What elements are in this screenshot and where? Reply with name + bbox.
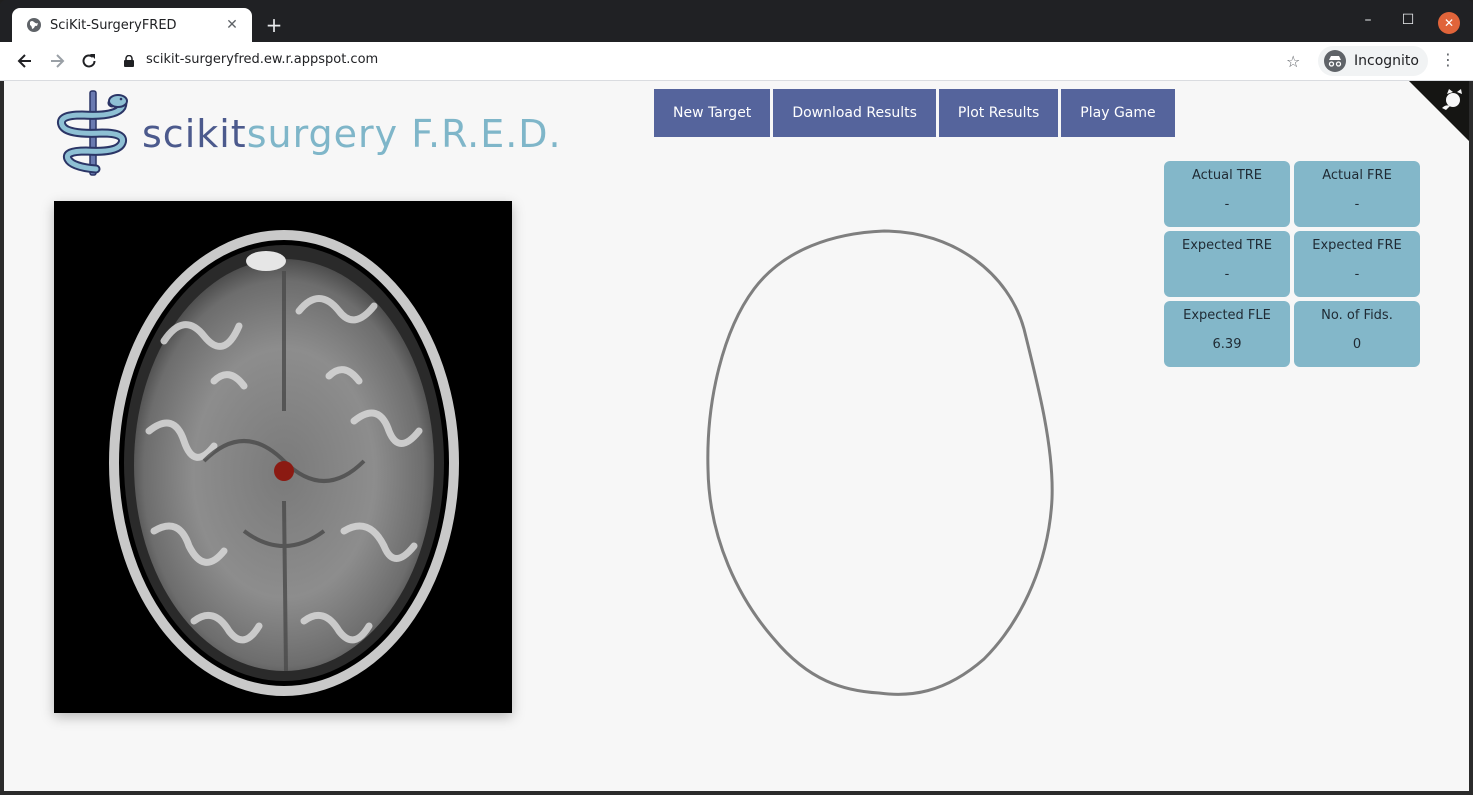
address-bar[interactable]: scikit-surgeryfred.ew.r.appspot.com ☆ bbox=[110, 46, 1310, 76]
arrow-left-icon bbox=[17, 54, 31, 68]
tab-close-icon[interactable]: ✕ bbox=[222, 17, 242, 33]
incognito-label: Incognito bbox=[1354, 53, 1419, 69]
incognito-icon bbox=[1324, 50, 1346, 72]
incognito-indicator[interactable]: Incognito bbox=[1318, 46, 1428, 76]
lock-icon bbox=[124, 55, 134, 67]
stat-actual-fre: Actual FRE - bbox=[1294, 161, 1420, 227]
stat-label: No. of Fids. bbox=[1321, 308, 1393, 323]
browser-toolbar: scikit-surgeryfred.ew.r.appspot.com ☆ In… bbox=[0, 42, 1473, 81]
stats-panel: Actual TRE - Actual FRE - Expected TRE -… bbox=[1164, 161, 1422, 367]
stat-label: Expected FLE bbox=[1183, 308, 1271, 323]
app-logo[interactable]: scikitsurgery F.R.E.D. bbox=[52, 89, 572, 179]
stat-actual-tre: Actual TRE - bbox=[1164, 161, 1290, 227]
stat-label: Actual TRE bbox=[1191, 168, 1263, 183]
play-game-button[interactable]: Play Game bbox=[1061, 89, 1175, 137]
stat-value: - bbox=[1224, 267, 1230, 282]
logo-wordmark: scikitsurgery F.R.E.D. bbox=[142, 112, 562, 156]
url-text: scikit-surgeryfred.ew.r.appspot.com bbox=[146, 52, 379, 67]
fiducial-outline-panel[interactable] bbox=[694, 219, 1064, 709]
stat-label: Expected TRE bbox=[1182, 238, 1272, 253]
reload-icon bbox=[82, 54, 96, 68]
mri-image-panel[interactable] bbox=[54, 201, 512, 713]
mri-brain-slice bbox=[54, 201, 512, 713]
forward-button[interactable] bbox=[46, 50, 68, 72]
stat-value: - bbox=[1224, 197, 1230, 212]
new-target-button[interactable]: New Target bbox=[654, 89, 771, 137]
star-icon[interactable]: ☆ bbox=[1286, 52, 1300, 71]
stat-expected-fle: Expected FLE 6.39 bbox=[1164, 301, 1290, 367]
stat-no-of-fids: No. of Fids. 0 bbox=[1294, 301, 1420, 367]
arrow-right-icon bbox=[51, 54, 65, 68]
github-corner-link[interactable] bbox=[1409, 81, 1469, 141]
browser-tab[interactable]: SciKit-SurgeryFRED ✕ bbox=[12, 8, 252, 42]
tab-strip: SciKit-SurgeryFRED ✕ + – ☐ ✕ bbox=[0, 0, 1473, 42]
stat-label: Expected FRE bbox=[1312, 238, 1402, 253]
minimize-button[interactable]: – bbox=[1358, 12, 1378, 28]
stat-value: - bbox=[1354, 197, 1360, 212]
window-close-button[interactable]: ✕ bbox=[1438, 12, 1460, 34]
logo-text-scikit: scikit bbox=[142, 112, 247, 156]
action-button-bar: New Target Download Results Plot Results… bbox=[654, 89, 1175, 137]
page-content: scikitsurgery F.R.E.D. New Target Downlo… bbox=[4, 81, 1469, 791]
reload-button[interactable] bbox=[78, 50, 100, 72]
new-tab-button[interactable]: + bbox=[262, 13, 286, 37]
maximize-button[interactable]: ☐ bbox=[1398, 12, 1418, 28]
browser-window: SciKit-SurgeryFRED ✕ + – ☐ ✕ scikit-surg… bbox=[0, 0, 1473, 795]
stat-value: - bbox=[1354, 267, 1360, 282]
tab-title: SciKit-SurgeryFRED bbox=[50, 17, 177, 33]
stat-value: 0 bbox=[1352, 337, 1362, 352]
stat-expected-fre: Expected FRE - bbox=[1294, 231, 1420, 297]
back-button[interactable] bbox=[14, 50, 36, 72]
head-outline-drawing bbox=[706, 229, 1054, 696]
download-results-button[interactable]: Download Results bbox=[773, 89, 936, 137]
caduceus-logo-icon bbox=[56, 90, 128, 176]
stat-label: Actual FRE bbox=[1322, 168, 1392, 183]
target-marker bbox=[274, 461, 294, 481]
stat-value: 6.39 bbox=[1212, 337, 1242, 352]
logo-text-surgery-fred: surgery F.R.E.D. bbox=[246, 112, 562, 156]
stat-expected-tre: Expected TRE - bbox=[1164, 231, 1290, 297]
plot-results-button[interactable]: Plot Results bbox=[938, 89, 1059, 137]
browser-menu-icon[interactable]: ⋮ bbox=[1440, 50, 1456, 69]
globe-icon bbox=[27, 18, 41, 32]
